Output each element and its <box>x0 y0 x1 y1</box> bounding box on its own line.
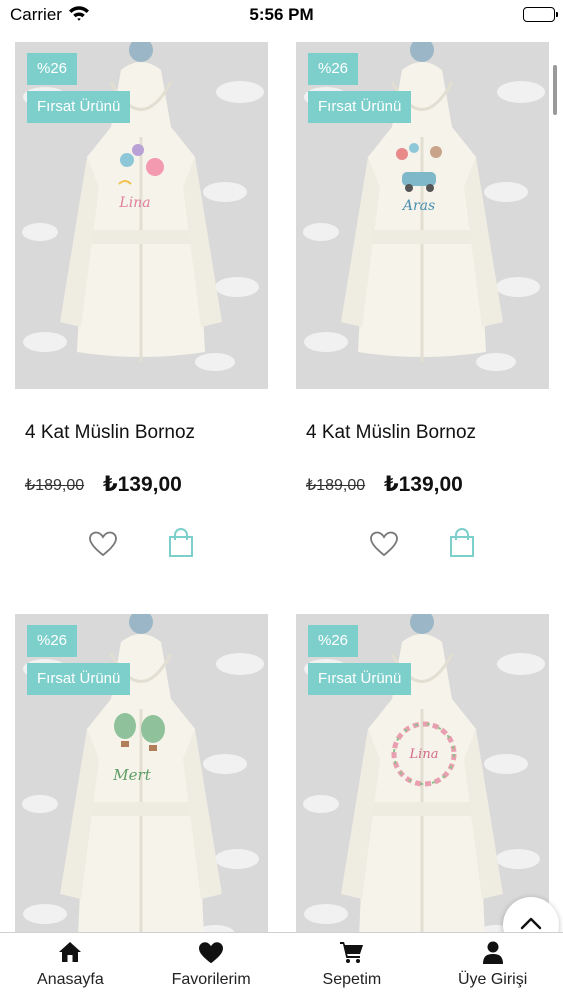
user-icon <box>482 941 503 970</box>
svg-text:Aras: Aras <box>401 198 435 214</box>
clock: 5:56 PM <box>249 5 314 24</box>
price: ₺139,00 <box>384 473 463 496</box>
svg-text:Lina: Lina <box>118 195 150 211</box>
add-to-cart-button[interactable] <box>167 528 195 558</box>
cart-icon <box>339 941 364 968</box>
tab-label: Sepetim <box>322 971 382 988</box>
chevron-up-icon <box>520 917 542 930</box>
add-to-cart-button[interactable] <box>448 528 476 558</box>
battery-icon <box>523 7 558 22</box>
price: ₺139,00 <box>103 473 182 496</box>
product-title[interactable]: 4 Kat Müslin Bornoz <box>306 422 476 444</box>
heart-outline-icon <box>89 531 117 557</box>
favorite-button[interactable] <box>369 530 399 558</box>
product-image[interactable]: Aras %26 Fırsat Ürünü <box>296 42 549 389</box>
deal-badge: Fırsat Ürünü <box>27 663 131 695</box>
deal-badge: Fırsat Ürünü <box>27 91 131 123</box>
heart-icon <box>198 941 224 970</box>
old-price: ₺189,00 <box>25 477 85 494</box>
shopping-bag-icon <box>169 528 193 557</box>
status-bar: Carrier 5:56 PM <box>0 0 563 32</box>
deal-badge: Fırsat Ürünü <box>308 91 412 123</box>
tab-label: Anasayfa <box>37 971 104 988</box>
svg-text:Mert: Mert <box>112 766 151 784</box>
product-title[interactable]: 4 Kat Müslin Bornoz <box>25 422 195 444</box>
tab-label: Üye Girişi <box>457 971 528 988</box>
tab-home[interactable]: Anasayfa <box>0 933 141 1000</box>
tab-label: Favorilerim <box>171 971 251 988</box>
product-card[interactable]: Mert %26 Fırsat Ürünü <box>15 614 268 961</box>
screen: Carrier 5:56 PM Lina %26 Fırsat Ürünü 4 … <box>0 0 563 1000</box>
tab-favorites[interactable]: Favorilerim <box>141 933 282 1000</box>
favorite-button[interactable] <box>88 530 118 558</box>
deal-badge: Fırsat Ürünü <box>308 663 412 695</box>
tab-cart[interactable]: Sepetim <box>282 933 423 1000</box>
heart-outline-icon <box>370 531 398 557</box>
old-price: ₺189,00 <box>306 477 366 494</box>
svg-text:Lina: Lina <box>409 747 439 762</box>
discount-badge: %26 <box>27 53 78 85</box>
discount-badge: %26 <box>308 625 359 657</box>
discount-badge: %26 <box>308 53 359 85</box>
product-card[interactable]: Aras %26 Fırsat Ürünü 4 Kat Müslin Borno… <box>296 42 549 557</box>
discount-badge: %26 <box>27 625 78 657</box>
product-image[interactable]: Lina %26 Fırsat Ürünü <box>15 42 268 389</box>
product-card[interactable]: Lina %26 Fırsat Ürünü 4 Kat Müslin Borno… <box>15 42 268 557</box>
product-image[interactable]: Mert %26 Fırsat Ürünü <box>15 614 268 961</box>
scrollbar[interactable] <box>553 65 557 115</box>
home-icon <box>58 941 82 968</box>
tab-bar: Anasayfa Favorilerim Sepetim Üye Girişi <box>0 932 563 1000</box>
shopping-bag-icon <box>450 528 474 557</box>
tab-login[interactable]: Üye Girişi <box>422 933 563 1000</box>
